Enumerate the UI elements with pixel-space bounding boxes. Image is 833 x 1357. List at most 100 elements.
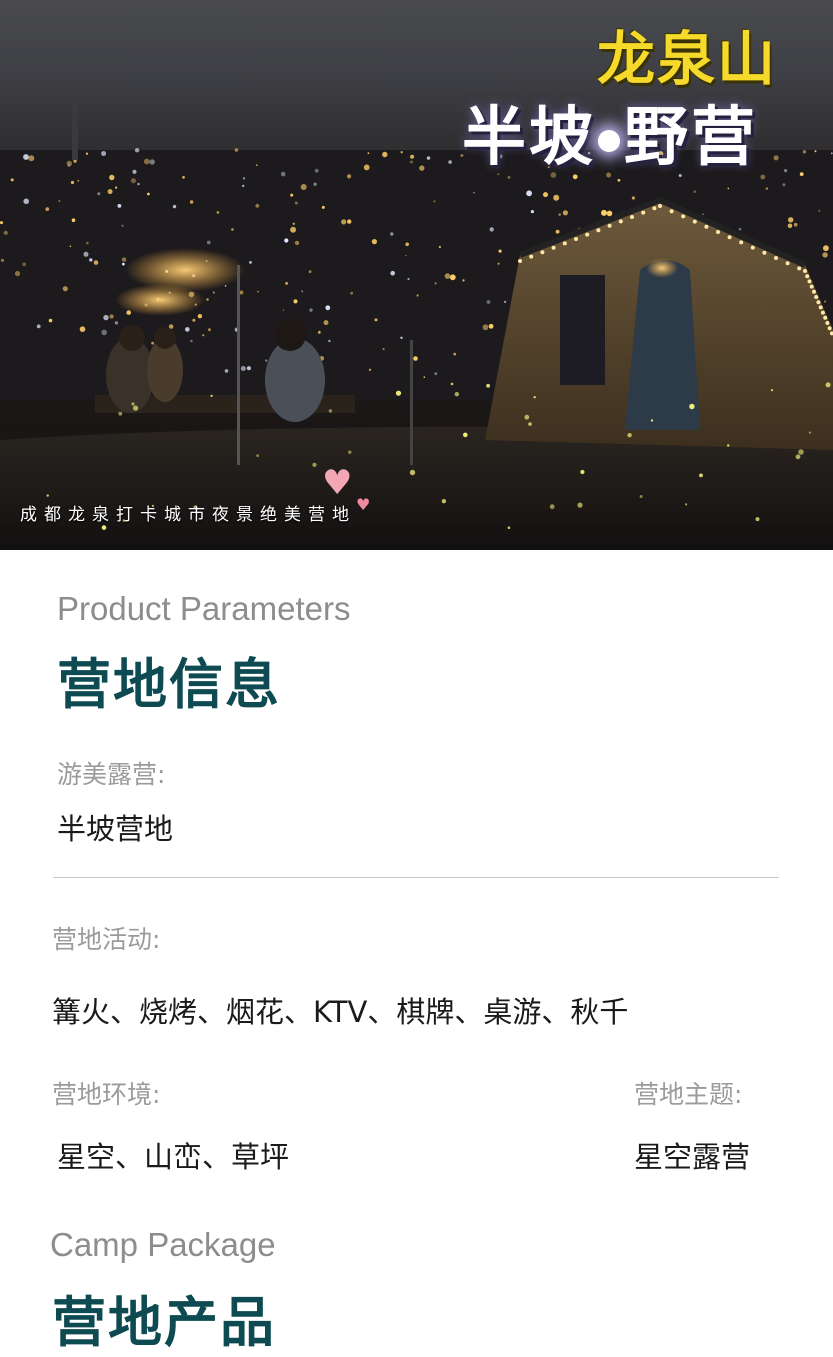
city-light — [488, 323, 494, 329]
firefly-light — [528, 422, 532, 426]
city-light — [101, 151, 107, 156]
city-light — [93, 260, 99, 265]
city-light — [192, 318, 196, 322]
city-light — [109, 174, 115, 181]
activities-value: 篝火、烧烤、烟花、KTV、棋牌、桌游、秋千 — [52, 995, 629, 1029]
environment-label: 营地环境: — [52, 1080, 161, 1109]
firefly-light — [409, 469, 416, 476]
string-light — [716, 230, 720, 234]
city-light — [558, 213, 561, 216]
hero-caption: 成都龙泉打卡城市夜景绝美营地 — [20, 505, 356, 525]
string-light — [630, 215, 634, 219]
city-light — [482, 324, 489, 331]
string-light — [797, 266, 802, 271]
city-light — [242, 184, 245, 187]
city-light — [760, 174, 766, 180]
city-light — [702, 213, 704, 215]
firefly-light — [755, 517, 760, 522]
city-light — [58, 199, 61, 203]
city-light — [290, 226, 297, 233]
string-light — [805, 274, 810, 279]
firefly-light — [699, 473, 703, 478]
city-light — [86, 241, 89, 245]
city-light — [526, 190, 532, 197]
city-light — [292, 222, 295, 225]
city-light — [773, 155, 779, 161]
firefly-light — [133, 405, 139, 411]
city-light — [134, 148, 140, 153]
city-light — [83, 251, 89, 257]
string-light — [825, 321, 830, 325]
city-light — [216, 211, 220, 214]
city-light — [280, 171, 286, 177]
city-light — [617, 178, 621, 182]
firefly-light — [46, 494, 49, 497]
string-light — [585, 232, 590, 237]
city-light — [23, 198, 30, 205]
city-light — [249, 261, 252, 264]
city-light — [407, 277, 410, 281]
city-light — [738, 227, 742, 231]
firefly-light — [463, 432, 468, 438]
string-light — [692, 219, 697, 224]
city-light — [246, 366, 251, 371]
city-light — [189, 200, 194, 204]
city-light — [197, 314, 203, 319]
heart-icon: ♥ — [322, 463, 353, 503]
city-light — [313, 182, 317, 186]
section-title-camp-products: 营地产品 — [52, 1291, 276, 1354]
city-light — [70, 180, 75, 185]
section-title-camp-info: 营地信息 — [57, 653, 281, 716]
city-light — [426, 156, 431, 160]
city-light — [328, 339, 331, 343]
city-light — [824, 300, 827, 303]
city-light — [66, 160, 73, 167]
city-light — [293, 299, 298, 304]
city-light — [172, 204, 177, 209]
city-light — [242, 177, 246, 180]
city-light — [405, 254, 407, 257]
string-light — [820, 310, 825, 315]
city-light — [321, 205, 325, 209]
city-light — [282, 309, 285, 312]
city-light — [69, 245, 72, 248]
city-light — [300, 184, 307, 190]
city-light — [265, 359, 268, 362]
city-light — [606, 210, 613, 217]
firefly-light — [770, 389, 774, 392]
divider — [53, 877, 779, 878]
camp-name-label: 游美露营: — [57, 760, 166, 789]
city-light — [48, 318, 53, 323]
city-light — [802, 150, 807, 154]
city-light — [462, 279, 465, 282]
city-light — [371, 239, 377, 245]
firefly-light — [256, 454, 259, 457]
city-light — [787, 223, 793, 229]
city-light — [453, 352, 457, 356]
city-light — [504, 300, 507, 303]
section-subtitle-package: Camp Package — [50, 1226, 276, 1263]
firefly-light — [450, 382, 454, 386]
city-light — [400, 336, 403, 339]
city-light — [77, 180, 80, 182]
firefly-light — [577, 502, 583, 508]
firefly-light — [101, 525, 107, 530]
city-light — [382, 151, 388, 158]
theme-label: 营地主题: — [634, 1080, 743, 1109]
city-light — [823, 245, 829, 252]
string-light — [551, 245, 556, 250]
small-heart-icon: ♥ — [356, 495, 371, 514]
hero-banner: 龙泉山 半坡 野营 成都龙泉打卡城市夜景绝美营地 ♥ ♥ — [0, 0, 833, 550]
city-light — [0, 258, 5, 262]
city-light — [36, 324, 41, 329]
city-light — [784, 169, 788, 173]
string-light — [669, 209, 674, 214]
firefly-light — [312, 462, 317, 467]
city-light — [143, 158, 150, 165]
string-light — [803, 269, 807, 273]
string-light — [596, 228, 601, 233]
city-light — [390, 232, 394, 236]
city-light — [341, 219, 347, 225]
city-light — [473, 191, 475, 194]
firefly-light — [486, 383, 490, 388]
